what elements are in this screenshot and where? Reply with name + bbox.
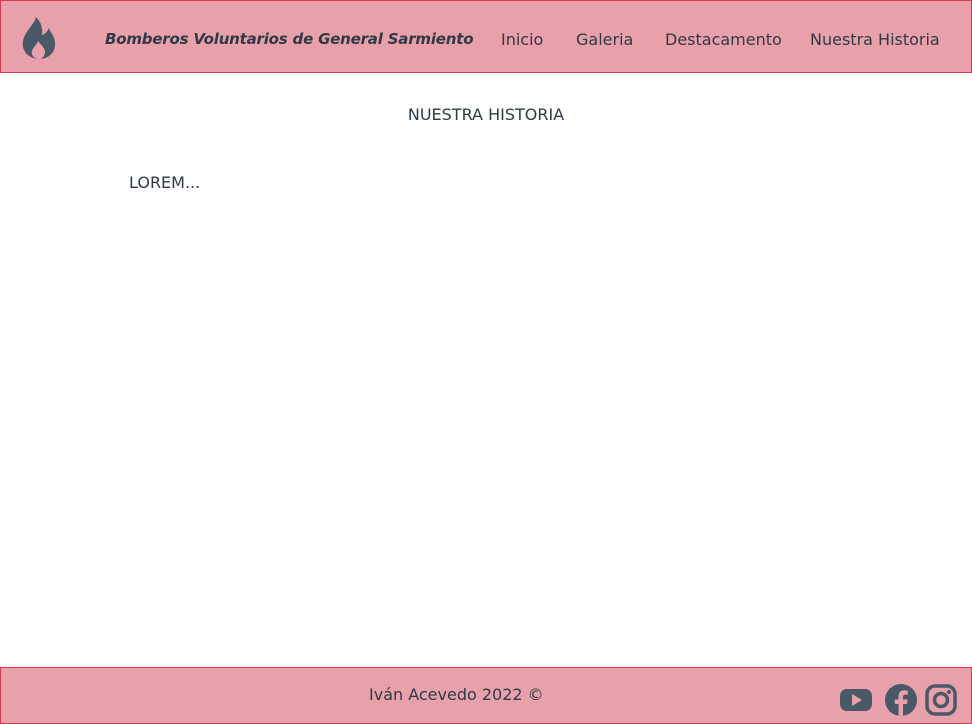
nav-link-nuestra-historia[interactable]: Nuestra Historia [810,30,940,49]
site-footer: Iván Acevedo 2022 © [0,667,972,724]
history-text: LOREM... [129,173,201,192]
copyright-text: Iván Acevedo 2022 © [369,685,544,704]
site-header: Bomberos Voluntarios de General Sarmient… [0,0,972,73]
main-nav: Inicio Galeria Destacamento Nuestra Hist… [1,30,971,52]
page-title: NUESTRA HISTORIA [407,105,565,124]
nav-link-galeria[interactable]: Galeria [576,30,633,49]
facebook-icon[interactable] [884,683,918,717]
nav-link-inicio[interactable]: Inicio [501,30,543,49]
instagram-icon[interactable] [924,683,958,717]
youtube-icon[interactable] [839,686,873,714]
nav-link-destacamento[interactable]: Destacamento [665,30,782,49]
